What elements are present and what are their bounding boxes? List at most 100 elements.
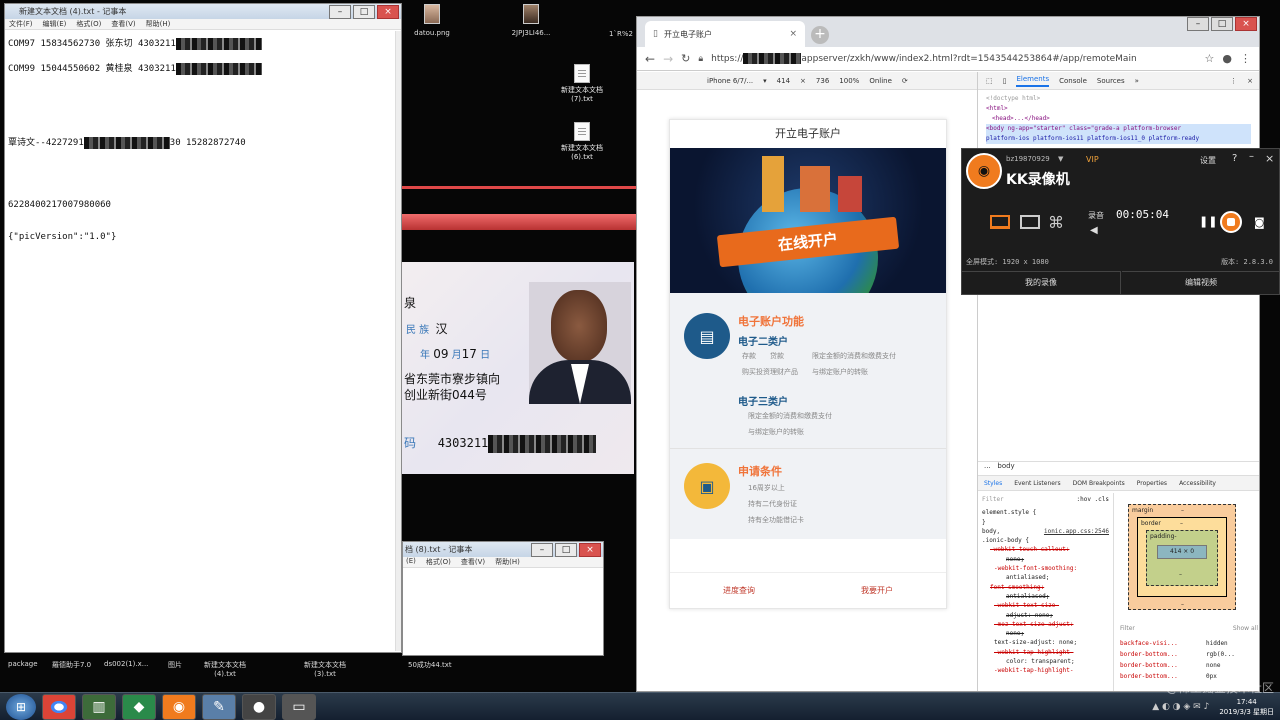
- desktop-icon-txt6[interactable]: 新建文本文档 (6).txt: [554, 122, 610, 161]
- dom-line-selected[interactable]: <body ng-app="starter" class="grade-a pl…: [986, 124, 1251, 134]
- devtools-close-icon[interactable]: ×: [1247, 77, 1253, 85]
- devtools-tab-elements[interactable]: Elements: [1016, 75, 1050, 87]
- user-app-taskbar-icon[interactable]: ●: [242, 693, 276, 720]
- device-toggle-icon[interactable]: ▯: [1003, 77, 1007, 85]
- maximize-button[interactable]: □: [1211, 17, 1233, 31]
- window-record-icon[interactable]: [1020, 215, 1040, 229]
- open-account-button[interactable]: 我要开户: [808, 573, 946, 608]
- dom-breakpoints-tab[interactable]: DOM Breakpoints: [1073, 480, 1125, 487]
- kk-minimize-icon[interactable]: –: [1249, 151, 1254, 162]
- desktop-icon-pictures[interactable]: 图片: [168, 660, 182, 670]
- vertical-scrollbar[interactable]: [395, 31, 401, 651]
- browser-tab[interactable]: ▯ 开立电子账户 ×: [645, 21, 805, 47]
- device-width[interactable]: 414: [777, 77, 790, 85]
- kk-close-icon[interactable]: ×: [1265, 152, 1274, 165]
- chart-app-taskbar-icon[interactable]: ▥: [82, 693, 116, 720]
- chevron-down-icon[interactable]: ▼: [1058, 155, 1063, 163]
- back-arrow-icon[interactable]: ←: [645, 52, 655, 66]
- notepad2-text-area[interactable]: [403, 568, 603, 653]
- camera-icon[interactable]: ◙: [1254, 216, 1265, 229]
- desktop-icon-photo2[interactable]: 2JPJ3LI46...: [506, 4, 556, 37]
- css-source-link[interactable]: ionic.app.css:2546: [1044, 527, 1109, 536]
- properties-tab[interactable]: Properties: [1137, 480, 1167, 487]
- computed-row[interactable]: border-bottom... none: [1120, 660, 1258, 671]
- desktop-icon-tool[interactable]: 羅德助手7.0: [52, 660, 91, 670]
- breadcrumb-more[interactable]: ...: [984, 462, 991, 470]
- close-button[interactable]: ×: [579, 543, 601, 557]
- vip-badge[interactable]: VIP: [1086, 155, 1099, 164]
- dom-line[interactable]: <html>: [986, 104, 1251, 114]
- close-button[interactable]: ×: [1235, 17, 1257, 31]
- pause-icon[interactable]: ❚❚: [1199, 215, 1217, 228]
- accessibility-tab[interactable]: Accessibility: [1179, 480, 1216, 487]
- menu-help[interactable]: 帮助(H): [146, 19, 171, 29]
- menu-view[interactable]: 查看(V): [461, 557, 485, 567]
- drive-app-taskbar-icon[interactable]: ▭: [282, 693, 316, 720]
- menu-dots-icon[interactable]: ⋮: [1240, 52, 1251, 65]
- menu-format[interactable]: 格式(O): [426, 557, 451, 567]
- new-tab-button[interactable]: +: [811, 26, 829, 44]
- desktop-icon-ds002[interactable]: ds002(1).x...: [104, 660, 148, 668]
- screen-record-icon[interactable]: [990, 215, 1010, 229]
- notepad-titlebar[interactable]: 新建文本文档 (4).txt - 记事本 – □ ×: [5, 4, 401, 19]
- kk-taskbar-icon[interactable]: ◉: [162, 693, 196, 720]
- reload-icon[interactable]: ↻: [681, 52, 690, 65]
- desktop-icon-package[interactable]: package: [8, 660, 38, 668]
- menu-view[interactable]: 查看(V): [111, 19, 135, 29]
- minimize-button[interactable]: –: [531, 543, 553, 557]
- event-listeners-tab[interactable]: Event Listeners: [1014, 480, 1060, 487]
- menu-file[interactable]: 文件(F): [9, 19, 33, 29]
- computed-row[interactable]: backface-visi... hidden: [1120, 638, 1258, 649]
- dom-line[interactable]: <!doctype html>: [986, 94, 1251, 104]
- styles-tab[interactable]: Styles: [984, 480, 1002, 487]
- device-select[interactable]: iPhone 6/7/...: [707, 77, 753, 85]
- star-icon[interactable]: ☆: [1205, 52, 1215, 65]
- desktop-icon-txt7[interactable]: 新建文本文档 (7).txt: [554, 64, 610, 103]
- kk-help-icon[interactable]: ?: [1232, 153, 1237, 164]
- desktop-icon-partial[interactable]: 1`R%2: [604, 14, 638, 38]
- speaker-icon[interactable]: ◀: [1090, 225, 1098, 236]
- start-button[interactable]: ⊞: [6, 693, 36, 720]
- desktop-icon-txt3[interactable]: 新建文本文档 (3).txt: [304, 660, 346, 678]
- kk-edit-video-button[interactable]: 编辑视频: [1122, 271, 1280, 295]
- clock[interactable]: 17:44 2019/3/3 星期日: [1219, 697, 1274, 717]
- stop-record-button[interactable]: [1220, 211, 1242, 233]
- computed-filter-input[interactable]: Filter: [1120, 625, 1135, 632]
- dom-line[interactable]: platform-ios platform-ios11 platform-ios…: [986, 134, 1251, 144]
- progress-query-button[interactable]: 进度查询: [670, 573, 808, 608]
- menu-format[interactable]: 格式(O): [76, 19, 101, 29]
- zoom-select[interactable]: 100%: [839, 77, 859, 85]
- maximize-button[interactable]: □: [353, 5, 375, 19]
- kk-settings[interactable]: 设置: [1200, 155, 1216, 166]
- gamepad-icon[interactable]: ⌘: [1048, 213, 1064, 232]
- network-select[interactable]: Online: [869, 77, 892, 85]
- minimize-button[interactable]: –: [329, 5, 351, 19]
- kk-username[interactable]: bz19870929: [1006, 155, 1050, 163]
- rotate-icon[interactable]: ⟳: [902, 77, 908, 85]
- green-app-taskbar-icon[interactable]: ◆: [122, 693, 156, 720]
- more-tabs-icon[interactable]: »: [1135, 77, 1139, 85]
- menu-help[interactable]: 帮助(H): [495, 557, 520, 567]
- styles-filter-input[interactable]: Filter: [982, 495, 1004, 504]
- dom-line[interactable]: <head>...</head>: [986, 114, 1251, 124]
- maximize-button[interactable]: □: [555, 543, 577, 557]
- inspect-icon[interactable]: ⬚: [986, 77, 993, 85]
- notepad-taskbar-icon[interactable]: ✎: [202, 693, 236, 720]
- desktop-icon-txt44[interactable]: 50成功44.txt: [408, 660, 452, 670]
- address-bar[interactable]: https:// appserver/zxkh/www/index2.html?r…: [711, 53, 1196, 64]
- minimize-button[interactable]: –: [1187, 17, 1209, 31]
- devtools-tab-sources[interactable]: Sources: [1097, 77, 1125, 85]
- kk-my-recordings-button[interactable]: 我的录像: [962, 271, 1121, 295]
- hov-cls-toggle[interactable]: :hov .cls: [1076, 495, 1109, 504]
- computed-row[interactable]: border-bottom... rgb(0...: [1120, 649, 1258, 660]
- chrome-taskbar-icon[interactable]: [42, 693, 76, 720]
- desktop-icon-datou[interactable]: datou.png: [410, 4, 454, 37]
- notepad2-titlebar[interactable]: 档 (8).txt - 记事本 – □ ×: [403, 542, 603, 557]
- breadcrumb-body[interactable]: body: [997, 462, 1014, 470]
- close-button[interactable]: ×: [377, 5, 399, 19]
- devtools-menu-icon[interactable]: ⋮: [1230, 77, 1237, 85]
- device-height[interactable]: 736: [816, 77, 829, 85]
- menu-edit[interactable]: 编辑(E): [43, 19, 67, 29]
- menu-edit[interactable]: (E): [406, 557, 416, 567]
- tray-icons[interactable]: ▲ ◐ ◑ ◈ ✉ ♪: [1152, 702, 1209, 712]
